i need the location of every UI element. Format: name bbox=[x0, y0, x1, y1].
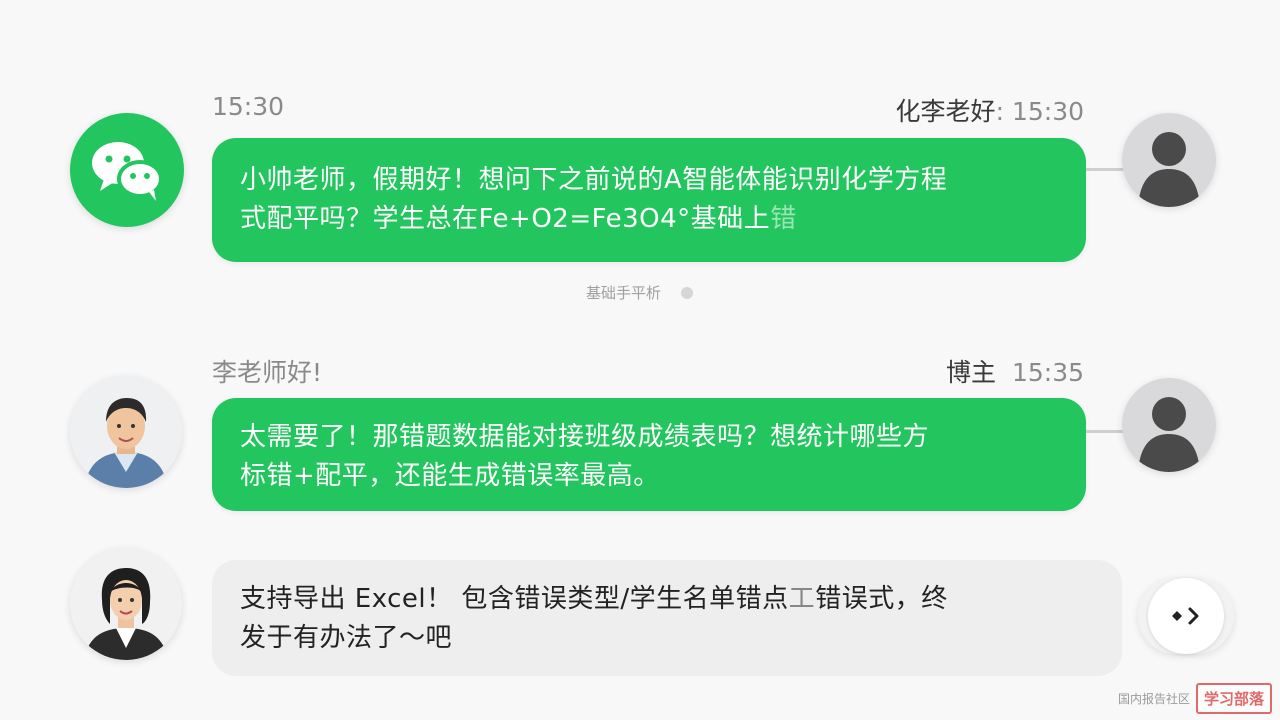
message-1-sender: 化李老好: 15:30 bbox=[896, 92, 1084, 128]
message-1-sender-sep: : bbox=[995, 97, 1004, 126]
message-3-text-2: 发于有办法了～ bbox=[240, 623, 426, 653]
message-2-bubble[interactable]: 太需要了！那错题数据能对接班级成绩表吗？想统计哪些方 标错+配平，还能生成错误率… bbox=[212, 398, 1086, 511]
message-3-text: 支持导出 Excel！ 包含错误类型/学生名单错点 bbox=[240, 584, 789, 614]
message-1-text: 式配平吗？学生总在Fe+O2=Fe3O4°基础上 bbox=[240, 204, 771, 234]
message-1-connector bbox=[1086, 168, 1126, 171]
message-2-connector bbox=[1086, 430, 1126, 433]
wechat-logo-icon bbox=[70, 113, 184, 227]
teacher-male-avatar bbox=[70, 376, 182, 488]
message-1-time: 15:30 bbox=[212, 92, 285, 121]
next-button[interactable] bbox=[1138, 578, 1234, 654]
message-2-sender: 博主 15:35 bbox=[946, 353, 1084, 389]
message-1-sender-time: 15:30 bbox=[1011, 97, 1084, 126]
message-1-bubble[interactable]: 小帅老师，假期好！想问下之前说的A智能体能识别化学方程 式配平吗？学生总在Fe+… bbox=[212, 138, 1086, 262]
message-3-bubble[interactable]: 支持导出 Excel！ 包含错误类型/学生名单错点⼯错误式，终 发于有办法了～吧 bbox=[212, 560, 1122, 676]
teacher-female-avatar bbox=[70, 548, 182, 660]
message-2-greeting: 李老师好! bbox=[212, 358, 323, 387]
message-1-line-1: 小帅老师，假期好！想问下之前说的A智能体能识别化学方程 bbox=[240, 165, 948, 195]
user-silhouette-icon bbox=[1122, 113, 1216, 207]
chevron-right-icon bbox=[1172, 607, 1199, 625]
message-1-line-2: 式配平吗？学生总在Fe+O2=Fe3O4°基础上错 bbox=[240, 200, 1058, 239]
message-2-sender-time: 15:35 bbox=[1011, 358, 1084, 387]
center-label: 基础手平析 bbox=[586, 284, 662, 302]
watermark: 国内报告社区 学习部落 bbox=[1118, 683, 1272, 714]
message-1-sender-name: 化李老好 bbox=[895, 97, 996, 126]
message-3-line-1: 支持导出 Excel！ 包含错误类型/学生名单错点⼯错误式，终 bbox=[240, 580, 1094, 619]
message-3-text-tail: 错误式，终 bbox=[815, 584, 948, 614]
message-2-line-1: 太需要了！那错题数据能对接班级成绩表吗？想统计哪些方 bbox=[240, 422, 930, 452]
center-status: 基础手平析 bbox=[586, 282, 694, 303]
message-3-line-2: 发于有办法了～吧 bbox=[240, 619, 1094, 658]
watermark-logo: 学习部落 bbox=[1195, 683, 1272, 714]
message-3-text-2-tail: 吧 bbox=[425, 623, 453, 653]
status-dot bbox=[681, 286, 694, 299]
user-silhouette-icon bbox=[1122, 378, 1216, 472]
message-3-faded-char: ⼯ bbox=[788, 584, 816, 614]
watermark-small-text: 国内报告社区 bbox=[1117, 692, 1190, 706]
message-2-line-2: 标错+配平，还能生成错误率最高。 bbox=[240, 461, 660, 491]
message-2-sender-name: 博主 bbox=[946, 358, 997, 387]
next-button-inner[interactable] bbox=[1148, 578, 1224, 654]
message-1-faded-text: 错 bbox=[770, 204, 797, 234]
